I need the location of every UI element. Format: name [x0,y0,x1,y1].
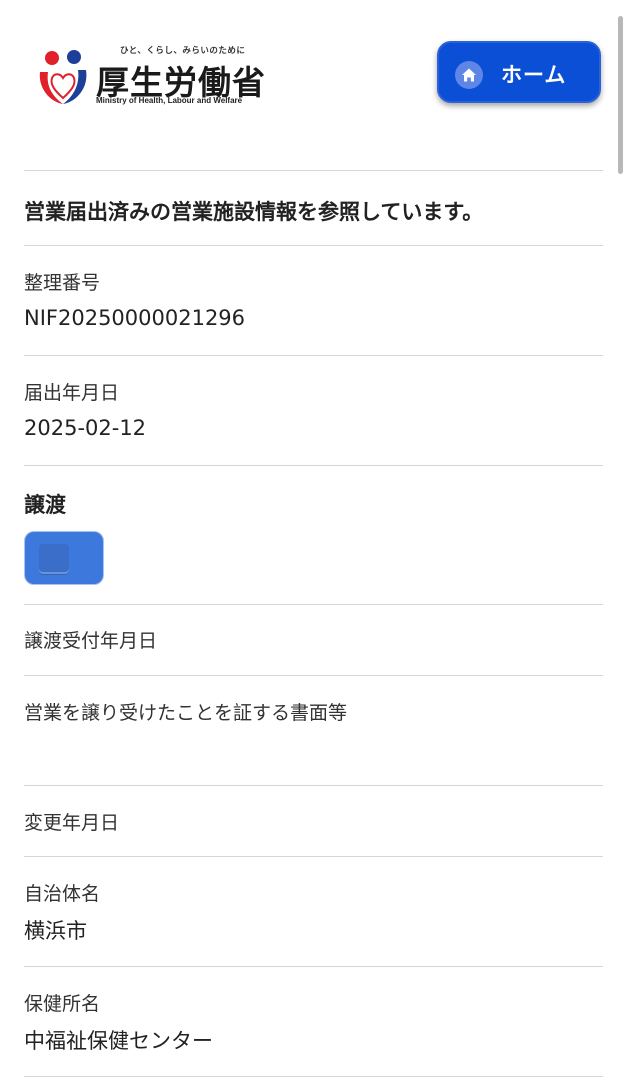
mhlw-logo-mark-icon [39,50,87,104]
header: ひと、くらし、みらいのために 厚生労働省 Ministry of Health,… [0,0,627,170]
change-date-label: 変更年月日 [24,812,120,834]
home-icon [455,61,483,89]
divider [24,245,603,246]
page: ひと、くらし、みらいのために 厚生労働省 Ministry of Health,… [0,0,627,1080]
notification-date-value: 2025-02-12 [24,416,147,440]
logo-english-name: Ministry of Health, Labour and Welfare [96,96,243,105]
municipality-label: 自治体名 [24,883,101,905]
divider [24,355,603,356]
home-button[interactable]: ホーム [437,41,601,103]
reference-number-label: 整理番号 [24,272,101,294]
mhlw-logo[interactable]: ひと、くらし、みらいのために 厚生労働省 Ministry of Health,… [36,42,266,108]
divider [24,856,603,857]
transfer-toggle-knob [39,544,69,574]
municipality-value: 横浜市 [24,919,87,943]
transfer-received-date-label: 譲渡受付年月日 [24,630,158,652]
health-center-value: 中福祉保健センター [24,1029,213,1053]
transfer-documents-label: 営業を譲り受けたことを証する書面等 [24,702,348,724]
home-button-label: ホーム [501,63,567,87]
divider [24,966,603,967]
divider [24,170,603,171]
divider [24,785,603,786]
divider [24,465,603,466]
transfer-toggle-button[interactable] [24,531,104,585]
notification-date-label: 届出年月日 [24,382,120,404]
divider [24,675,603,676]
logo-tagline: ひと、くらし、みらいのために [120,46,246,56]
divider [24,1076,603,1077]
health-center-label: 保健所名 [24,993,101,1015]
transfer-heading: 譲渡 [24,493,66,517]
page-heading: 営業届出済みの営業施設情報を参照しています。 [24,200,484,224]
divider [24,604,603,605]
scrollbar[interactable] [618,16,623,174]
reference-number-value: NIF20250000021296 [24,306,246,330]
